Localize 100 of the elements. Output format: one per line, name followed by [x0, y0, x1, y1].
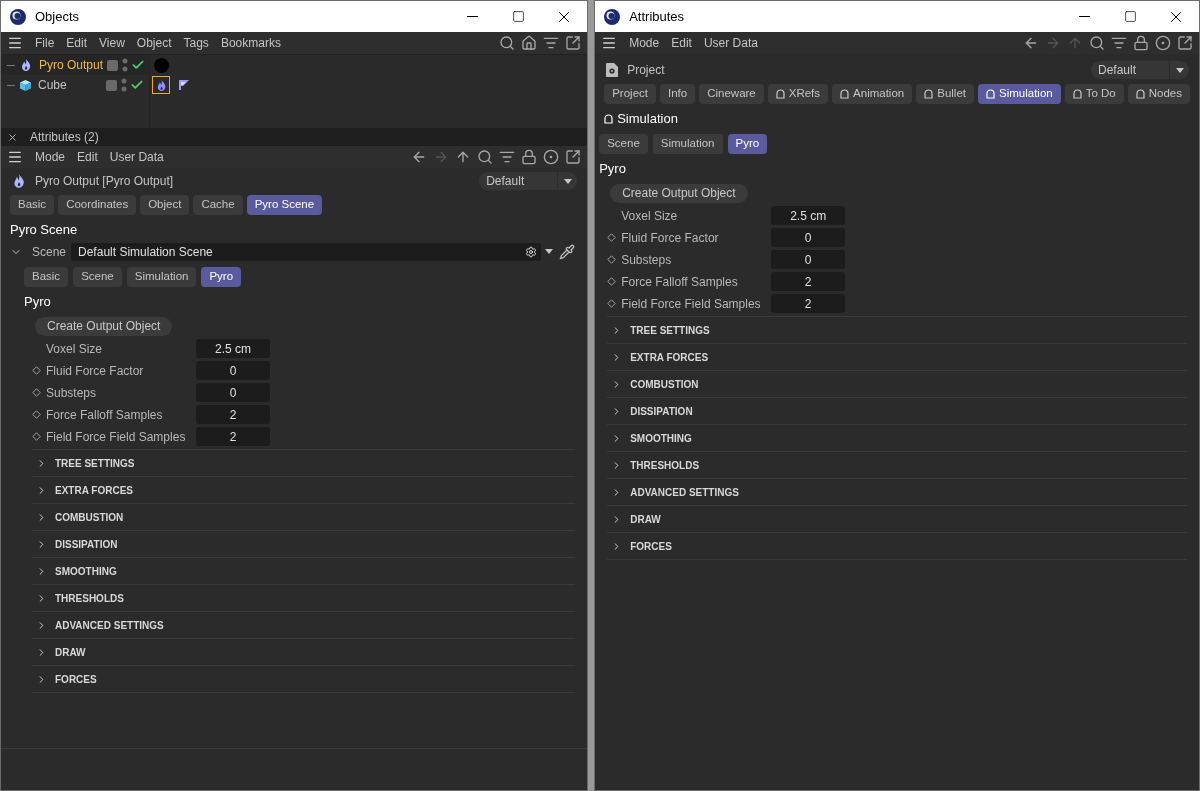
value-field[interactable]: 0 [196, 361, 270, 380]
keyframe-icon[interactable] [31, 410, 41, 419]
create-output-object-button[interactable]: Create Output Object [35, 316, 173, 336]
tab[interactable]: Coordinates [58, 195, 137, 215]
tab[interactable]: Project [604, 84, 656, 104]
tab[interactable]: Pyro [727, 133, 768, 154]
tab[interactable]: Scene [599, 133, 648, 154]
menu-icon[interactable] [601, 35, 618, 51]
section-header[interactable]: DRAW [32, 638, 576, 665]
object-row[interactable]: Cube [1, 75, 149, 95]
search-icon[interactable] [477, 149, 494, 165]
pop-out-icon[interactable] [565, 149, 582, 165]
menu-item[interactable]: Tags [183, 34, 209, 52]
value-field[interactable]: 0 [771, 250, 846, 269]
settings-icon[interactable] [525, 245, 538, 258]
dropdown-caret-icon[interactable] [545, 249, 554, 254]
keyframe-icon[interactable] [606, 299, 616, 308]
menu-item[interactable]: User Data [703, 34, 758, 52]
target-icon[interactable] [1155, 35, 1171, 51]
menu-icon[interactable] [7, 149, 23, 165]
value-field[interactable]: 2 [771, 294, 846, 313]
tab[interactable]: Pyro Scene [246, 195, 323, 215]
menu-item[interactable]: Edit [671, 34, 692, 52]
tab[interactable]: Bullet [916, 84, 974, 104]
section-header[interactable]: DISSIPATION [607, 397, 1187, 424]
section-header[interactable]: COMBUSTION [607, 370, 1187, 397]
object-row[interactable]: Pyro Output [1, 55, 149, 75]
section-header[interactable]: EXTRA FORCES [607, 343, 1187, 370]
menu-icon[interactable] [7, 35, 23, 51]
editor-visibility-icon[interactable] [107, 59, 118, 71]
keyframe-icon[interactable] [31, 388, 41, 397]
menu-item[interactable]: Object [136, 34, 172, 52]
value-field[interactable]: 0 [196, 383, 270, 402]
tag-icon[interactable] [152, 76, 170, 94]
value-field[interactable]: 2.5 cm [196, 339, 270, 358]
search-icon[interactable] [499, 35, 516, 51]
section-header[interactable]: ADVANCED SETTINGS [32, 611, 576, 638]
tab[interactable]: Simulation [652, 133, 723, 154]
tab[interactable]: To Do [1064, 84, 1124, 104]
section-header[interactable]: DRAW [607, 505, 1187, 532]
tab[interactable]: Scene [73, 266, 122, 287]
tab[interactable]: Basic [24, 266, 69, 287]
value-field[interactable]: 2 [196, 405, 270, 424]
tab[interactable]: Object [140, 195, 190, 215]
menu-item[interactable]: User Data [109, 148, 164, 166]
lock-icon[interactable] [1133, 35, 1149, 51]
value-field[interactable]: 0 [771, 228, 846, 247]
tab[interactable]: Cineware [699, 84, 764, 104]
back-arrow-icon[interactable] [1023, 35, 1039, 51]
section-header[interactable]: SMOOTHING [32, 557, 576, 584]
tab[interactable]: Simulation [978, 84, 1061, 104]
filter-icon[interactable] [543, 35, 560, 51]
tab[interactable]: Cache [193, 195, 243, 215]
menu-item[interactable]: Bookmarks [220, 34, 281, 52]
section-header[interactable]: DISSIPATION [32, 530, 576, 557]
home-icon[interactable] [521, 35, 538, 51]
scene-link-field[interactable]: Default Simulation Scene [71, 242, 542, 261]
section-header[interactable]: TREE SETTINGS [32, 449, 576, 476]
section-header[interactable]: FORCES [607, 532, 1187, 559]
pop-out-icon[interactable] [565, 35, 582, 51]
keyframe-icon[interactable] [31, 432, 41, 441]
filter-icon[interactable] [499, 149, 516, 165]
tab[interactable]: Pyro [201, 266, 242, 287]
section-header[interactable]: FORCES [32, 665, 576, 692]
target-icon[interactable] [543, 149, 560, 165]
object-name[interactable]: Pyro Output [39, 56, 103, 74]
keyframe-icon[interactable] [31, 366, 41, 375]
menu-item[interactable]: File [35, 34, 55, 52]
visibility-dots-icon[interactable] [121, 77, 127, 93]
section-header[interactable]: THRESHOLDS [607, 451, 1187, 478]
pop-out-icon[interactable] [1177, 35, 1193, 51]
tab[interactable]: Nodes [1127, 84, 1190, 104]
value-field[interactable]: 2 [196, 427, 270, 446]
section-header[interactable]: THRESHOLDS [32, 584, 576, 611]
keyframe-icon[interactable] [606, 255, 616, 264]
enabled-check-icon[interactable] [131, 58, 145, 72]
menu-item[interactable]: Mode [35, 148, 66, 166]
keyframe-icon[interactable] [606, 233, 616, 242]
tab[interactable]: Simulation [126, 266, 197, 287]
tab[interactable]: Animation [832, 84, 913, 104]
preset-dropdown[interactable]: Default [479, 172, 578, 190]
create-output-object-button[interactable]: Create Output Object [610, 183, 748, 203]
menu-item[interactable]: Mode [629, 34, 660, 52]
object-name[interactable]: Cube [38, 76, 102, 94]
section-header[interactable]: EXTRA FORCES [32, 476, 576, 503]
enabled-check-icon[interactable] [130, 78, 144, 92]
menu-item[interactable]: Edit [77, 148, 98, 166]
search-icon[interactable] [1089, 35, 1105, 51]
close-icon[interactable] [7, 131, 18, 143]
eyedropper-icon[interactable] [559, 243, 576, 260]
editor-visibility-icon[interactable] [106, 79, 117, 91]
menu-item[interactable]: View [99, 34, 125, 52]
tab[interactable]: Info [660, 84, 696, 104]
tab[interactable]: Basic [10, 195, 55, 215]
filter-icon[interactable] [1111, 35, 1127, 51]
keyframe-icon[interactable] [606, 277, 616, 286]
menu-item[interactable]: Edit [66, 34, 88, 52]
section-header[interactable]: TREE SETTINGS [607, 316, 1187, 343]
section-header[interactable]: SMOOTHING [607, 424, 1187, 451]
tab[interactable]: XRefs [767, 84, 829, 104]
